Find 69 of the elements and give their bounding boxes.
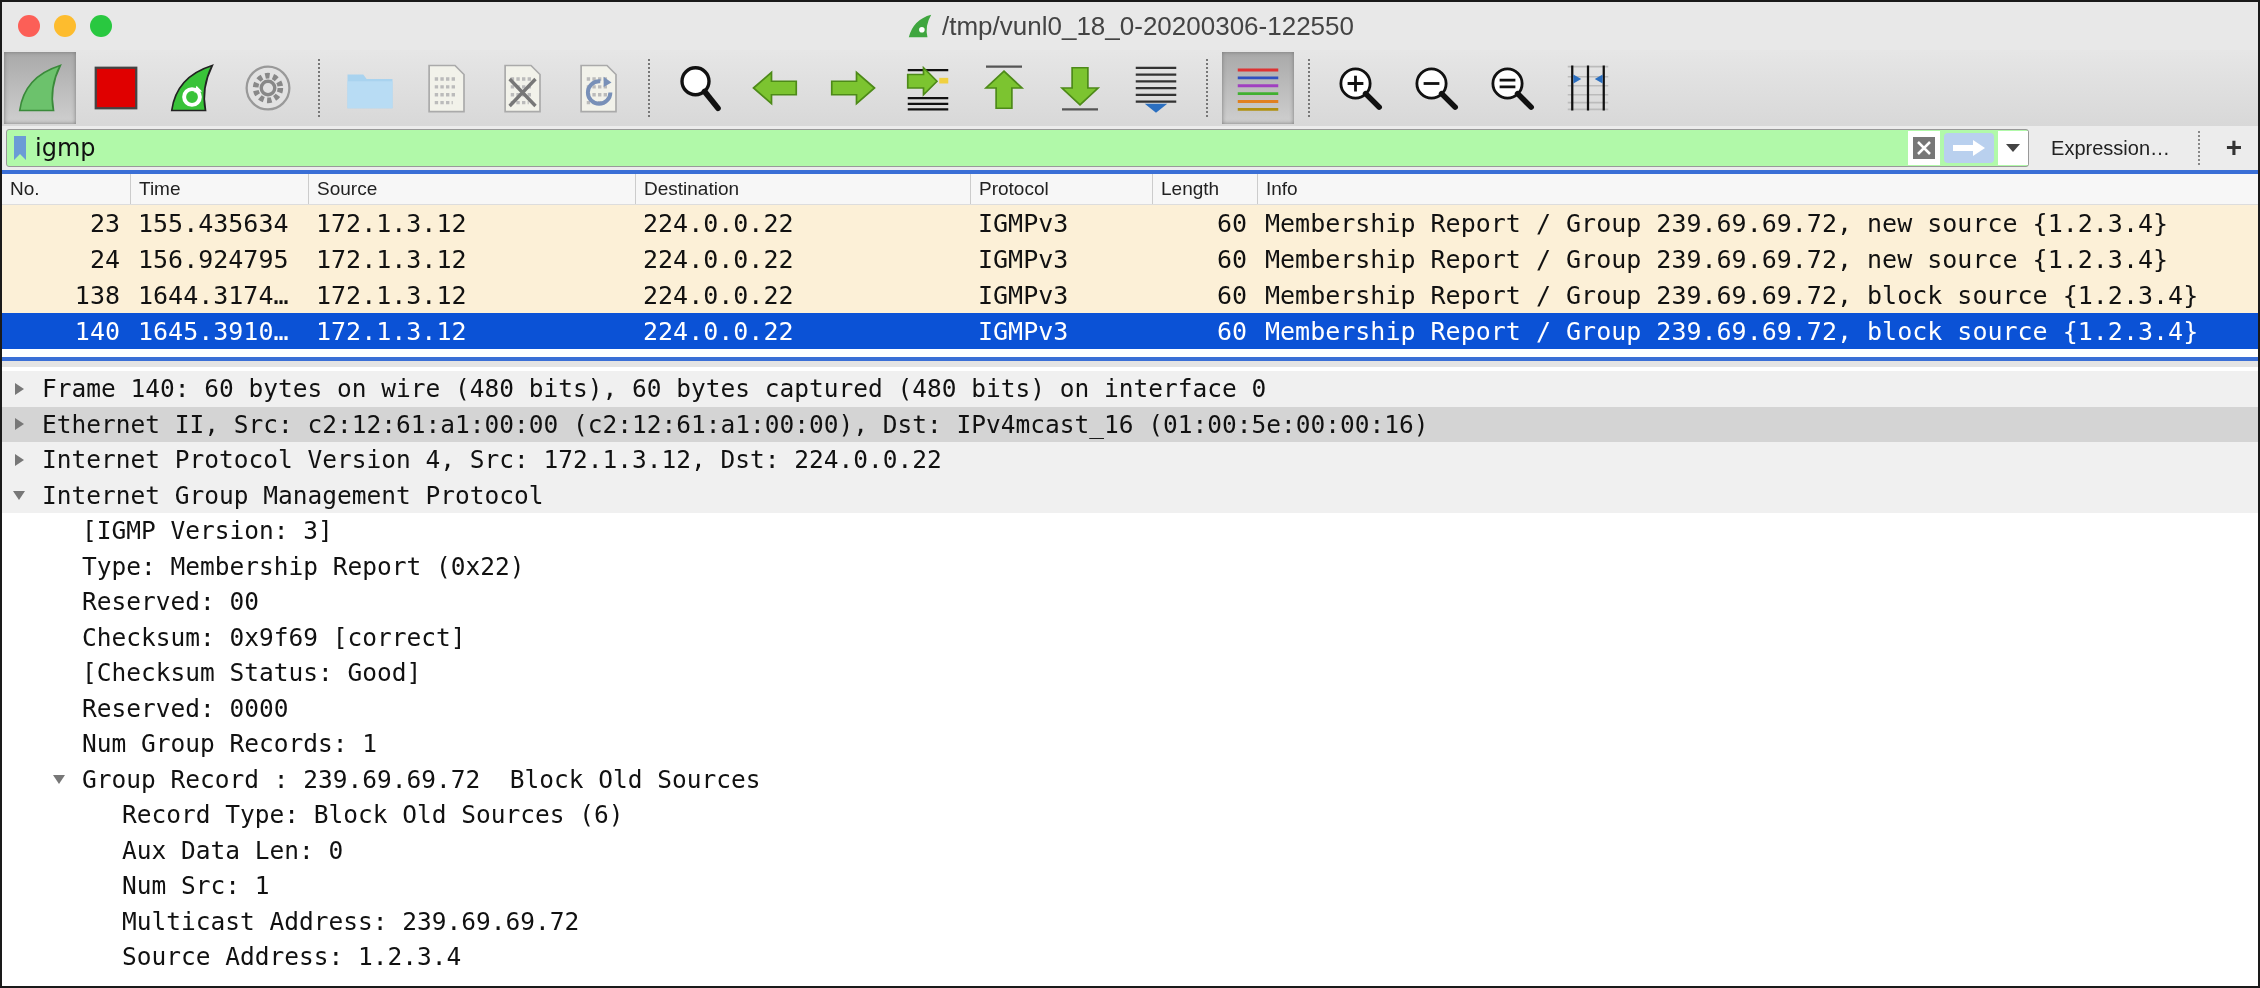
packet-row[interactable]: 24 156.924795 172.1.3.12 224.0.0.22 IGMPv3 60 Membership Report / Group 239.69.69.72, new source {1.2.3.4} (2, 241, 2258, 277)
packet-row[interactable]: 138 1644.3174… 172.1.3.12 224.0.0.22 IGMPv3 60 Membership Report / Group 239.69.69.72, block source {1.2.3.4} (2, 277, 2258, 313)
table-cell-text: 1645.3910… (137, 315, 290, 348)
table-cell-text: IGMPv3 (977, 279, 1070, 312)
table-cell-text: 60 (1215, 243, 1248, 276)
table-cell-text: 23 (88, 207, 121, 240)
table-cell-text: 60 (1215, 207, 1248, 240)
table-cell-text: 60 (1215, 315, 1248, 348)
tree-item[interactable]: Type: Membership Report (0x22) (2, 548, 2258, 584)
column-header[interactable]: No. (2, 174, 130, 204)
packet-row[interactable]: 23 155.435634 172.1.3.12 224.0.0.22 IGMPv3 60 Membership Report / Group 239.69.69.72, new source {1.2.3.4} (2, 205, 2258, 241)
table-cell-text: 224.0.0.22 (642, 207, 795, 240)
caret-icon (2006, 144, 2021, 152)
dropdown-button[interactable] (1998, 131, 2029, 165)
table-cell-text: 24 (88, 243, 121, 276)
column-header[interactable]: Length (1152, 174, 1257, 204)
table-cell-text: Membership Report / Group 239.69.69.72, block source {1.2.3.4} (1264, 315, 2200, 348)
table-cell-text: 224.0.0.22 (642, 315, 795, 348)
tree-item[interactable]: Group Record : 239.69.69.72 Block Old Sources (2, 761, 2258, 797)
collapsed-arrow-icon[interactable] (12, 417, 26, 432)
column-header[interactable]: Time (130, 174, 308, 204)
tree-item[interactable]: Frame 140: 60 bytes on wire (480 bits), 60 bytes captured (480 bits) on interface 0 (2, 371, 2258, 407)
table-cell-text: 138 (73, 279, 121, 312)
tree-item[interactable]: Internet Protocol Version 4, Src: 172.1.3.12, Dst: 224.0.0.22 (2, 442, 2258, 478)
table-cell-text: 60 (1215, 279, 1248, 312)
column-header[interactable]: Protocol (970, 174, 1152, 204)
table-cell-text: 156.924795 (137, 243, 290, 276)
table-cell-text: 172.1.3.12 (315, 315, 468, 348)
tree-item[interactable]: [IGMP Version: 3] (2, 513, 2258, 549)
tree-item[interactable]: Reserved: 00 (2, 584, 2258, 620)
table-cell-text: 172.1.3.12 (315, 207, 468, 240)
table-cell-text: 224.0.0.22 (642, 279, 795, 312)
tree-item[interactable]: Num Group Records: 1 (2, 726, 2258, 762)
tree-item[interactable]: [Checksum Status: Good] (2, 655, 2258, 691)
tree-item[interactable]: Record Type: Block Old Sources (6) (2, 797, 2258, 833)
collapsed-arrow-icon[interactable] (12, 381, 26, 396)
column-header[interactable]: Destination (635, 174, 970, 204)
tree-item[interactable]: Checksum: 0x9f69 [correct] (2, 619, 2258, 655)
close-icon (1912, 136, 1937, 160)
tree-item[interactable]: Aux Data Len: 0 (2, 832, 2258, 868)
add-filter-button[interactable]: + (2214, 130, 2254, 166)
packet-row[interactable]: 140 1645.3910… 172.1.3.12 224.0.0.22 IGMPv3 60 Membership Report / Group 239.69.69.72, block source {1.2.3.4} (2, 313, 2258, 349)
window-title: /tmp/vunl0_18_0-20200306-122550 (942, 10, 1354, 42)
table-cell-text: Membership Report / Group 239.69.69.72, new source {1.2.3.4} (1264, 207, 2170, 240)
table-cell-text: 155.435634 (137, 207, 290, 240)
table-cell-text: 172.1.3.12 (315, 243, 468, 276)
table-cell-text: 140 (73, 315, 121, 348)
tree-item[interactable]: Source Address: 1.2.3.4 (2, 939, 2258, 975)
column-header[interactable]: Info (1257, 174, 2258, 204)
table-cell-text: 172.1.3.12 (315, 279, 468, 312)
tree-item[interactable]: Reserved: 0000 (2, 690, 2258, 726)
column-header[interactable]: Source (308, 174, 635, 204)
shark-fin-icon (906, 12, 934, 40)
table-cell-text: IGMPv3 (977, 207, 1070, 240)
tree-item[interactable]: Multicast Address: 239.69.69.72 (2, 903, 2258, 939)
window-close-button[interactable] (18, 15, 40, 37)
table-cell-text: IGMPv3 (977, 315, 1070, 348)
collapsed-arrow-icon[interactable] (12, 452, 26, 467)
table-cell-text: IGMPv3 (977, 243, 1070, 276)
clear-button[interactable] (1908, 131, 1941, 165)
table-cell-text: 1644.3174… (137, 279, 290, 312)
tree-item[interactable]: Ethernet II, Src: c2:12:61:a1:00:00 (c2:12:61:a1:00:00), Dst: IPv4mcast_16 (01:00:5e:00:00:16) (2, 406, 2258, 442)
tree-item[interactable]: Internet Group Management Protocol (2, 477, 2258, 513)
bookmark-icon (13, 135, 27, 161)
table-cell-text: Membership Report / Group 239.69.69.72, block source {1.2.3.4} (1264, 279, 2200, 312)
tree-item[interactable]: Num Src: 1 (2, 868, 2258, 904)
table-cell-text: Membership Report / Group 239.69.69.72, new source {1.2.3.4} (1264, 243, 2170, 276)
expression-button[interactable]: Expression… (2037, 130, 2184, 166)
table-cell-text: 224.0.0.22 (642, 243, 795, 276)
